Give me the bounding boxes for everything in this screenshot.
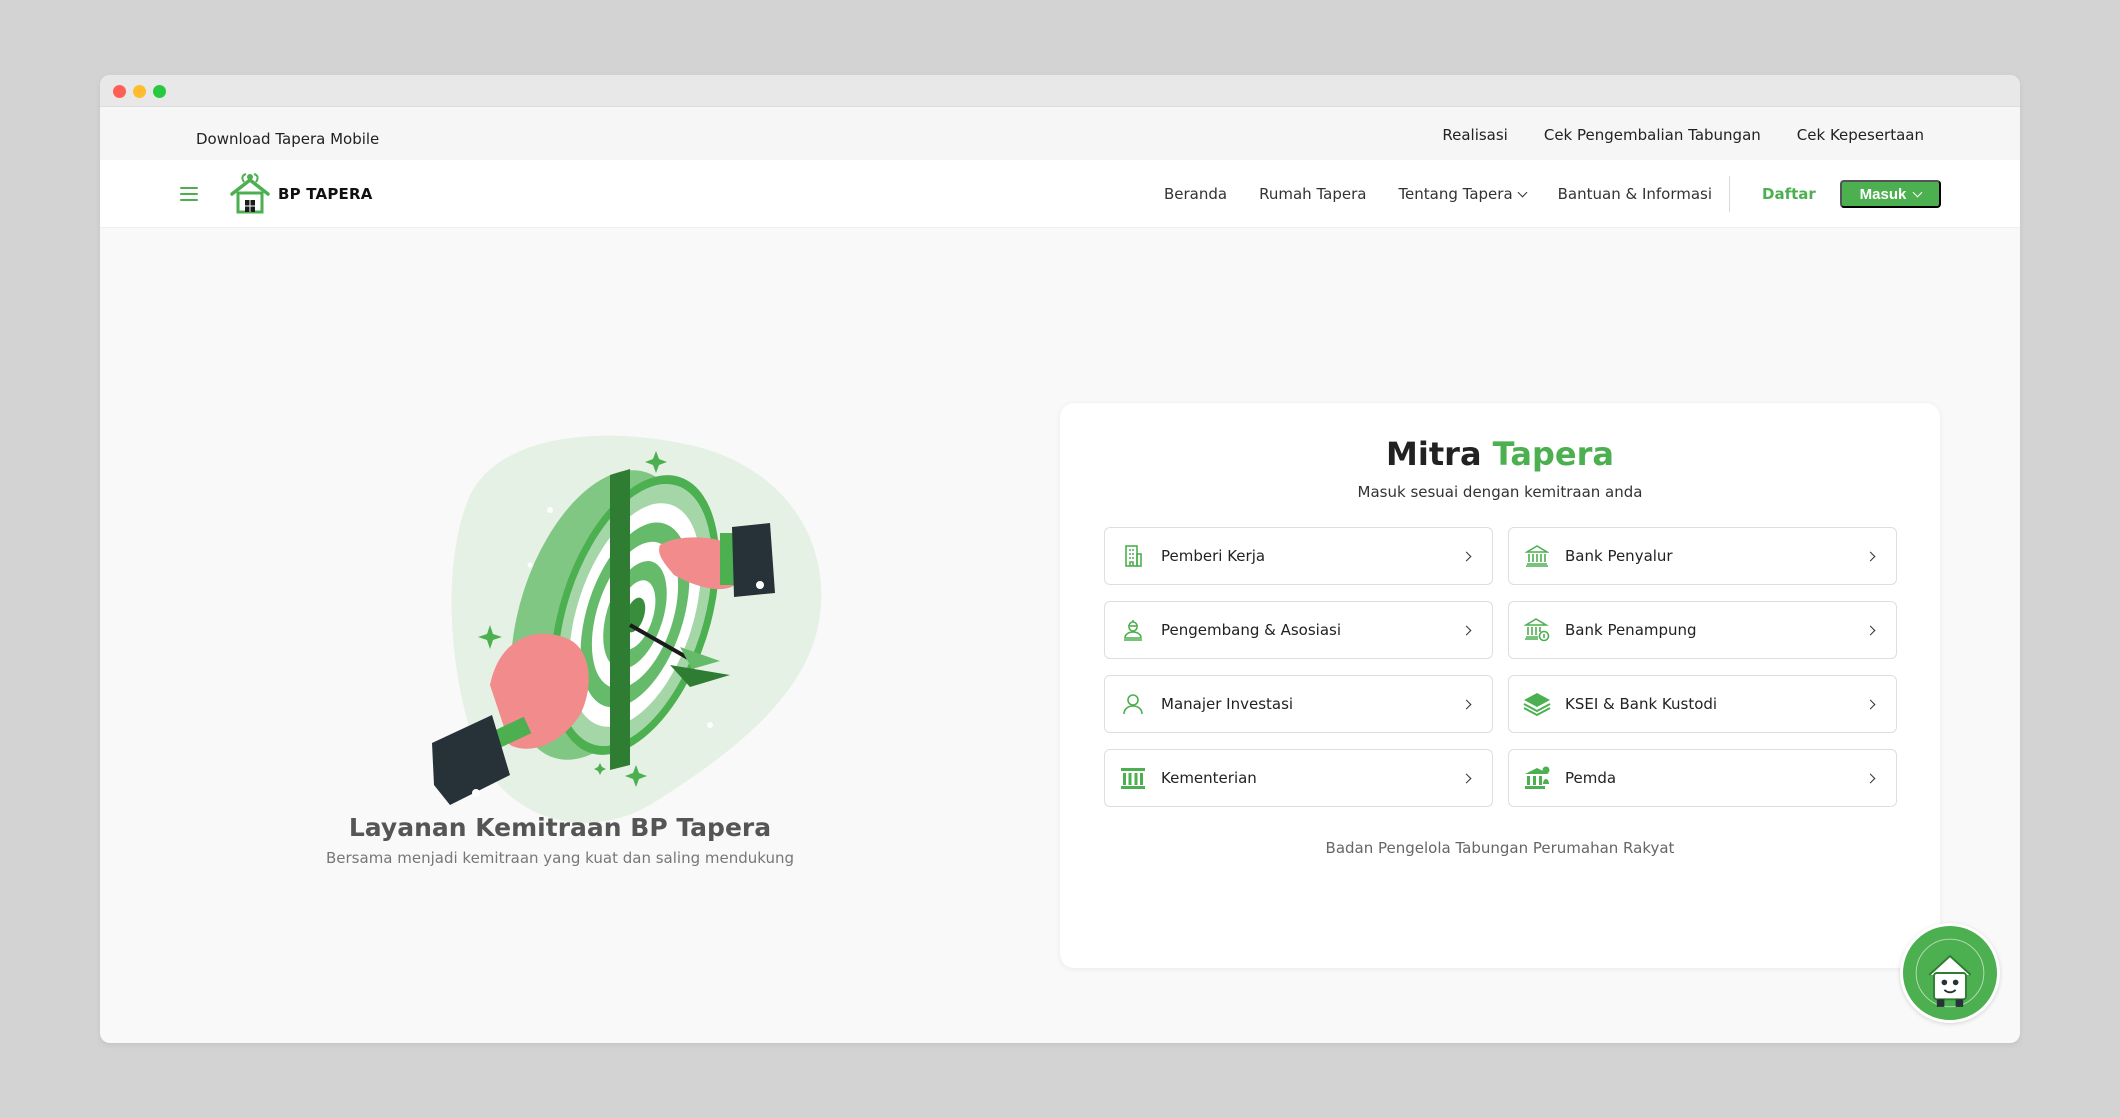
close-window-button[interactable] [113,85,126,98]
cek-kepesertaan-link[interactable]: Cek Kepesertaan [1797,126,1924,144]
utility-bar: Download Tapera Mobile Realisasi Cek Pen… [100,108,2020,160]
option-label: Pemberi Kerja [1161,547,1266,565]
option-label: Bank Penampung [1565,621,1697,639]
bank-coin-icon [1523,616,1551,644]
menu-icon[interactable] [180,187,198,201]
realisasi-link[interactable]: Realisasi [1442,126,1508,144]
minimize-window-button[interactable] [133,85,146,98]
window-titlebar [100,75,2020,107]
option-label: Pengembang & Asosiasi [1161,621,1341,639]
person-icon [1119,690,1147,718]
cek-pengembalian-link[interactable]: Cek Pengembalian Tabungan [1544,126,1761,144]
ministry-icon [1119,764,1147,792]
chevron-right-icon [1865,699,1876,710]
download-mobile-link[interactable]: Download Tapera Mobile [196,130,379,148]
nav-rumah-tapera[interactable]: Rumah Tapera [1259,185,1366,203]
option-bank-penampung[interactable]: Bank Penampung [1508,601,1897,659]
card-title: Mitra Tapera [1060,435,1940,473]
nav-bantuan-informasi[interactable]: Bantuan & Informasi [1558,185,1712,203]
chevron-right-icon [1865,625,1876,636]
layers-icon [1523,690,1551,718]
option-pemda[interactable]: Pemda [1508,749,1897,807]
hero-subtitle: Bersama menjadi kemitraan yang kuat dan … [326,849,794,867]
option-pemberi-kerja[interactable]: Pemberi Kerja [1104,527,1493,585]
browser-window: Download Tapera Mobile Realisasi Cek Pen… [100,75,2020,1043]
maximize-window-button[interactable] [153,85,166,98]
developer-icon [1119,616,1147,644]
bank-icon [1523,542,1551,570]
mitra-login-card: Mitra Tapera Masuk sesuai dengan kemitra… [1060,403,1940,968]
chevron-down-icon [1517,187,1528,197]
nav-tentang-tapera[interactable]: Tentang Tapera [1398,185,1528,203]
chevron-right-icon [1865,773,1876,784]
chevron-right-icon [1461,699,1472,710]
option-kementerian[interactable]: Kementerian [1104,749,1493,807]
daftar-button[interactable]: Daftar [1762,185,1816,203]
gov-icon [1523,764,1551,792]
primary-nav: Beranda Rumah Tapera Tentang Tapera Bant… [1164,185,1712,203]
logo-text: BP TAPERA [278,185,373,203]
nav-tentang-label: Tentang Tapera [1398,185,1513,203]
option-manajer-investasi[interactable]: Manajer Investasi [1104,675,1493,733]
option-ksei-bank-kustodi[interactable]: KSEI & Bank Kustodi [1508,675,1897,733]
option-label: Manajer Investasi [1161,695,1294,713]
option-label: Kementerian [1161,769,1257,787]
chevron-right-icon [1461,625,1472,636]
card-subtitle: Masuk sesuai dengan kemitraan anda [1357,483,1643,501]
option-bank-penyalur[interactable]: Bank Penyalur [1508,527,1897,585]
card-footer: Badan Pengelola Tabungan Perumahan Rakya… [1325,839,1675,857]
partnership-target-illustration [432,435,822,823]
card-title-part2: Tapera [1492,435,1614,473]
card-title-part1: Mitra [1386,435,1482,473]
chevron-right-icon [1461,551,1472,562]
masuk-label: Masuk [1859,185,1907,203]
partner-options-grid: Pemberi Kerja Bank Penyalur Pengembang &… [1104,527,1897,807]
hubungi-kami-badge-icon[interactable] [1900,923,2000,1023]
utility-links: Realisasi Cek Pengembalian Tabungan Cek … [1442,126,1924,144]
bp-tapera-logo[interactable]: BP TAPERA [228,172,373,216]
option-label: KSEI & Bank Kustodi [1565,695,1718,713]
building-icon [1119,542,1147,570]
chevron-right-icon [1865,551,1876,562]
nav-beranda[interactable]: Beranda [1164,185,1227,203]
nav-divider [1729,176,1730,212]
chevron-right-icon [1461,773,1472,784]
masuk-button[interactable]: Masuk [1840,180,1941,208]
option-label: Pemda [1565,769,1617,787]
option-pengembang-asosiasi[interactable]: Pengembang & Asosiasi [1104,601,1493,659]
main-navbar: BP TAPERA Beranda Rumah Tapera Tentang T… [100,160,2020,228]
chevron-down-icon [1912,187,1923,197]
tapera-house-logo-icon [230,173,270,214]
hero-title: Layanan Kemitraan BP Tapera [348,813,772,842]
option-label: Bank Penyalur [1565,547,1673,565]
